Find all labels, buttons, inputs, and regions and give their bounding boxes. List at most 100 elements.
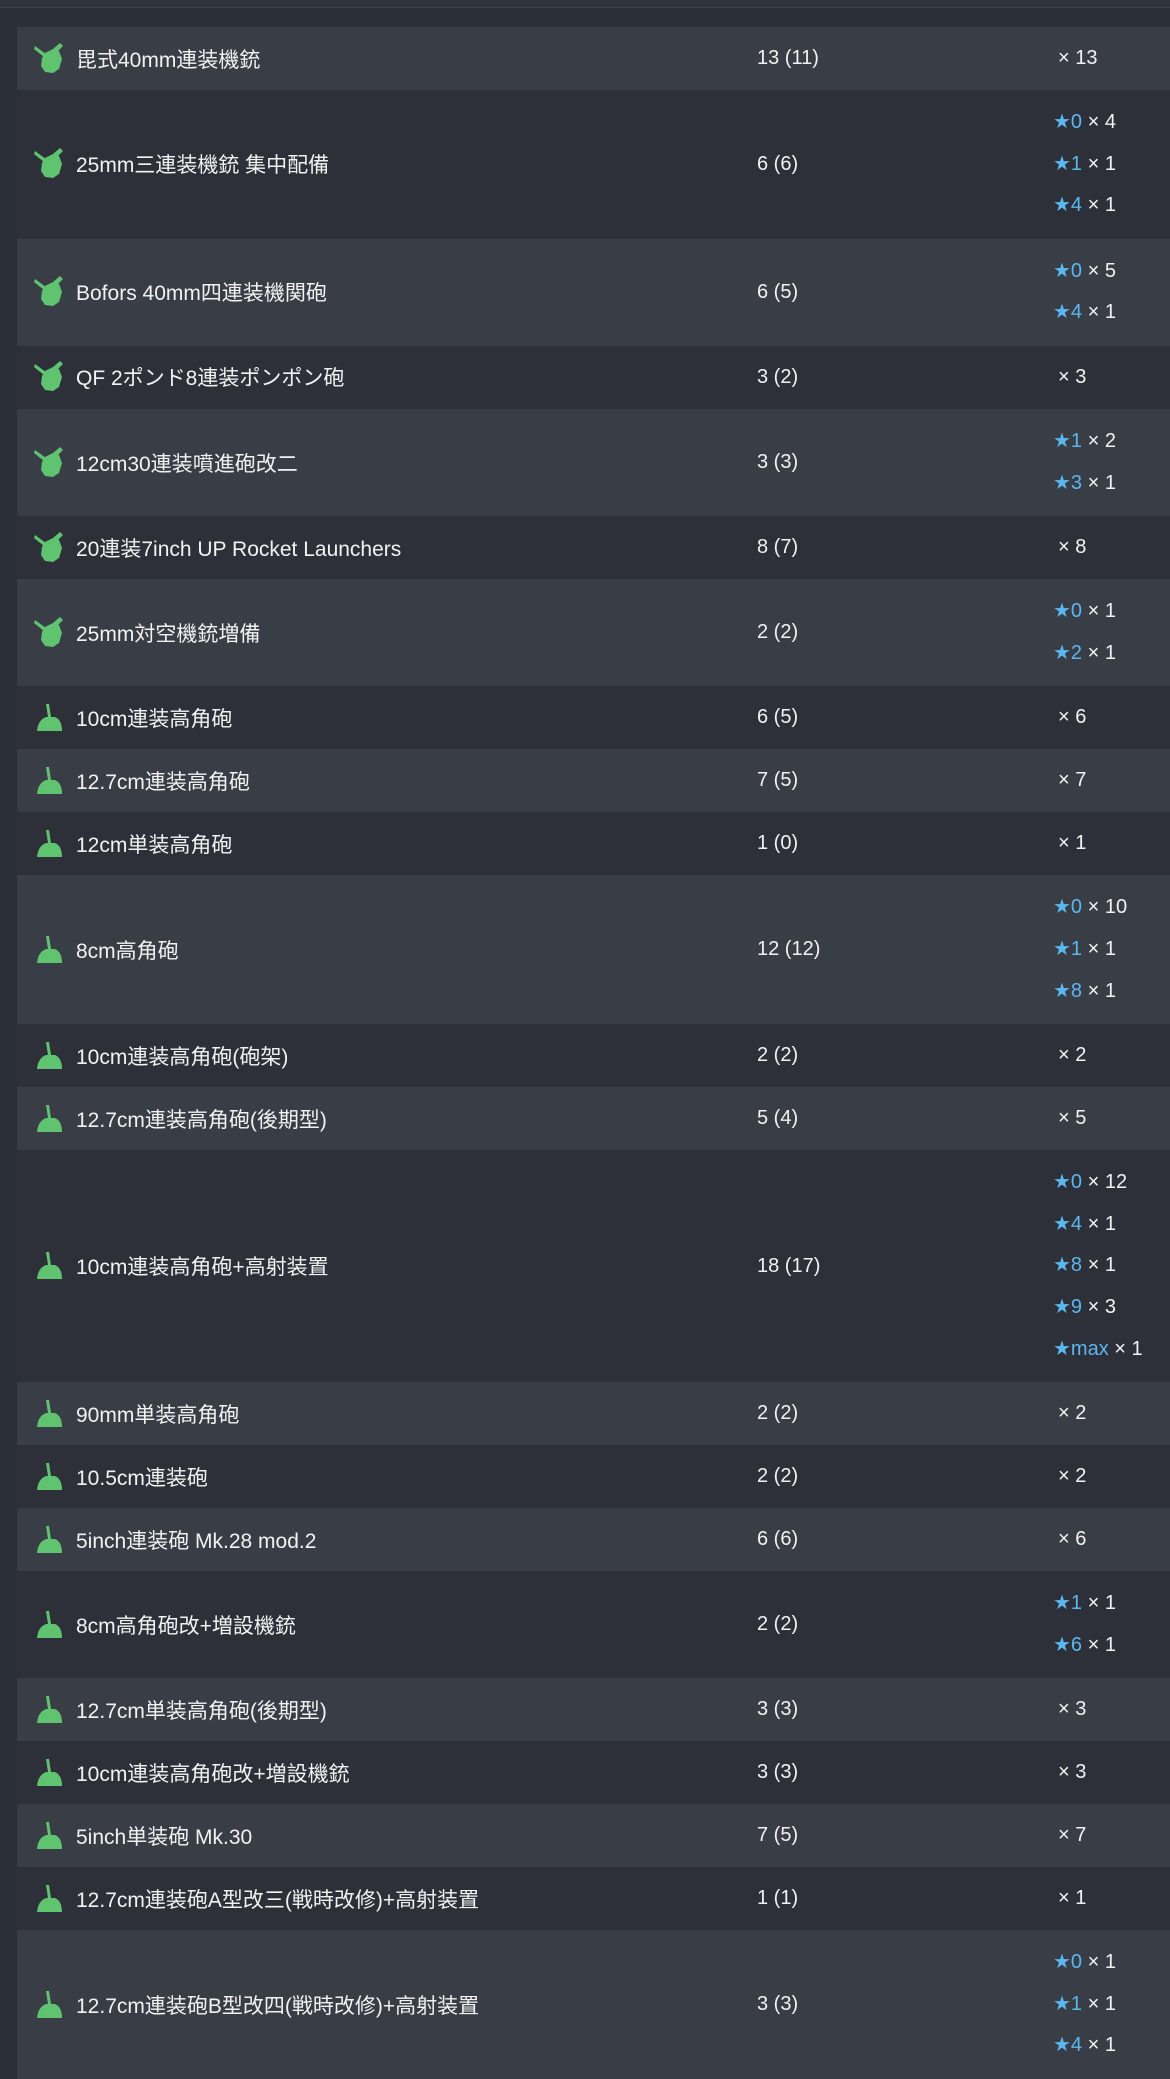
table-row: 毘式40mm連装機銃 13 (11) × 13	[17, 27, 1170, 90]
equipment-name: QF 2ポンド8連装ポンポン砲	[76, 367, 345, 391]
table-row: 10cm連装高角砲(砲架) 2 (2) × 2	[17, 1024, 1170, 1088]
high-angle-gun-icon	[29, 1753, 69, 1793]
equipment-name-cell: 10cm連装高角砲+高射装置	[17, 1246, 757, 1286]
improvement-line: ★1 × 1	[1053, 1583, 1170, 1625]
improvement-line: ★4 × 1	[1053, 292, 1170, 334]
total-multiplier: × 2	[1058, 1465, 1087, 1488]
improvement-breakdown: × 2	[1035, 1465, 1170, 1488]
equipment-name-cell: 25mm対空機銃増備	[17, 613, 757, 653]
improvement-line: ★max × 1	[1053, 1329, 1170, 1371]
equipment-count: 7 (5)	[757, 1824, 799, 1847]
improvement-breakdown: × 3	[1035, 1698, 1170, 1721]
improvement-multiplier: × 1	[1087, 1951, 1116, 1974]
table-row: 5inch単装砲 Mk.30 7 (5) × 7	[17, 1804, 1170, 1868]
equipment-name: Bofors 40mm四連装機関砲	[76, 282, 327, 306]
equipment-name-cell: 12.7cm連装砲A型改三(戦時改修)+高射装置	[17, 1879, 757, 1919]
equipment-name-cell: 8cm高角砲改+増設機銃	[17, 1605, 757, 1645]
improvement-multiplier: × 1	[1087, 301, 1116, 324]
table-row: 10cm連装高角砲改+増設機銃 3 (3) × 3	[17, 1741, 1170, 1805]
high-angle-gun-icon	[29, 930, 69, 970]
equipment-name-cell: 10cm連装高角砲	[17, 698, 757, 738]
improvement-star-level: ★1	[1053, 1592, 1083, 1615]
high-angle-gun-icon	[29, 1099, 69, 1139]
total-multiplier: × 1	[1058, 832, 1087, 855]
improvement-multiplier: × 2	[1087, 429, 1116, 452]
improvement-breakdown: × 2	[1035, 1402, 1170, 1425]
equipment-count: 2 (2)	[757, 1465, 799, 1488]
improvement-star-level: ★1	[1053, 429, 1083, 452]
improvement-star-level: ★1	[1053, 152, 1083, 175]
equipment-count: 3 (3)	[757, 1993, 799, 2016]
equipment-name: 8cm高角砲	[76, 939, 179, 963]
high-angle-gun-icon	[29, 1394, 69, 1434]
equipment-name-cell: 5inch単装砲 Mk.30	[17, 1816, 757, 1856]
improvement-multiplier: × 5	[1087, 259, 1116, 282]
total-multiplier: × 13	[1058, 47, 1098, 69]
improvement-line: ★4 × 1	[1053, 185, 1170, 227]
equipment-name-cell: 12.7cm単装高角砲(後期型)	[17, 1690, 757, 1730]
table-row: 8cm高角砲 12 (12) ★0 × 10 ★1 × 1 ★8 × 1	[17, 875, 1170, 1025]
improvement-breakdown: ★0 × 4 ★1 × 1 ★4 × 1	[1035, 102, 1170, 227]
table-row: 12.7cm単装高角砲(後期型) 3 (3) × 3	[17, 1678, 1170, 1742]
table-row: 25mm対空機銃増備 2 (2) ★0 × 1 ★2 × 1	[17, 579, 1170, 687]
equipment-name: 25mm三連装機銃 集中配備	[76, 154, 330, 178]
high-angle-gun-icon	[29, 1520, 69, 1560]
improvement-breakdown: ★1 × 1 ★6 × 1	[1035, 1583, 1170, 1666]
equipment-count: 7 (5)	[757, 769, 799, 792]
improvement-star-level: ★1	[1053, 937, 1083, 960]
improvement-multiplier: × 1	[1087, 1212, 1116, 1235]
equipment-name: 10cm連装高角砲改+増設機銃	[76, 1762, 350, 1786]
equipment-count: 2 (2)	[757, 621, 799, 644]
total-multiplier: × 3	[1058, 1698, 1087, 1721]
improvement-multiplier: × 1	[1114, 1337, 1143, 1360]
equipment-count: 6 (6)	[757, 1528, 799, 1551]
equipment-name: 12cm単装高角砲	[76, 833, 233, 857]
improvement-line: ★2 × 1	[1053, 633, 1170, 675]
equipment-name: 12.7cm連装高角砲	[76, 770, 250, 794]
equipment-name: 12.7cm単装高角砲(後期型)	[76, 1699, 327, 1723]
improvement-breakdown: × 8	[1035, 536, 1170, 559]
total-multiplier: × 8	[1058, 536, 1087, 559]
table-row: 10cm連装高角砲+高射装置 18 (17) ★0 × 12 ★4 × 1 ★8 × 1…	[17, 1150, 1170, 1383]
improvement-multiplier: × 10	[1087, 896, 1128, 919]
equipment-name: 10cm連装高角砲	[76, 707, 233, 731]
improvement-multiplier: × 1	[1087, 979, 1116, 1002]
equipment-name-cell: 12cm30連装噴進砲改二	[17, 443, 757, 483]
equipment-name-cell: 90mm単装高角砲	[17, 1394, 757, 1434]
improvement-line: ★1 × 1	[1053, 1984, 1170, 2026]
equipment-name: 12.7cm連装高角砲(後期型)	[76, 1108, 327, 1132]
equipment-count: 13 (11)	[757, 47, 819, 69]
improvement-multiplier: × 1	[1087, 194, 1116, 217]
equipment-name-cell: Bofors 40mm四連装機関砲	[17, 272, 757, 312]
equipment-count: 3 (2)	[757, 365, 799, 388]
improvement-breakdown: × 7	[1035, 769, 1170, 792]
table-row: 10.5cm連装砲 2 (2) × 2	[17, 1445, 1170, 1509]
improvement-line: ★0 × 1	[1053, 1942, 1170, 1984]
high-angle-gun-icon	[29, 1690, 69, 1730]
equipment-name: 8cm高角砲改+増設機銃	[76, 1614, 296, 1638]
equipment-count: 6 (5)	[757, 706, 799, 729]
equipment-name-cell: 12.7cm連装高角砲	[17, 761, 757, 801]
improvement-multiplier: × 1	[1087, 152, 1116, 175]
high-angle-gun-icon	[29, 1246, 69, 1286]
improvement-breakdown: × 7	[1035, 1824, 1170, 1847]
improvement-line: ★9 × 3	[1053, 1287, 1170, 1329]
high-angle-gun-icon	[29, 761, 69, 801]
improvement-star-level: ★4	[1053, 1212, 1083, 1235]
improvement-line: ★0 × 10	[1053, 887, 1170, 929]
top-divider	[0, 0, 1170, 8]
improvement-multiplier: × 1	[1087, 471, 1116, 494]
improvement-line: ★1 × 1	[1053, 929, 1170, 971]
equipment-count: 1 (1)	[757, 1887, 799, 1910]
improvement-star-level: ★3	[1053, 471, 1083, 494]
improvement-line: ★4 × 1	[1053, 2025, 1170, 2067]
equipment-name-cell: 20連装7inch UP Rocket Launchers	[17, 528, 757, 568]
aa-gun-icon	[29, 443, 69, 483]
improvement-multiplier: × 1	[1087, 1254, 1116, 1277]
improvement-multiplier: × 1	[1087, 937, 1116, 960]
improvement-breakdown: × 5	[1035, 1107, 1170, 1130]
equipment-table: 毘式40mm連装機銃 13 (11) × 13 25mm三連装機銃 集中配備 6 (6)…	[17, 27, 1170, 2079]
improvement-breakdown: × 2	[1035, 1044, 1170, 1067]
improvement-star-level: ★max	[1053, 1337, 1109, 1360]
equipment-count: 2 (2)	[757, 1613, 799, 1636]
